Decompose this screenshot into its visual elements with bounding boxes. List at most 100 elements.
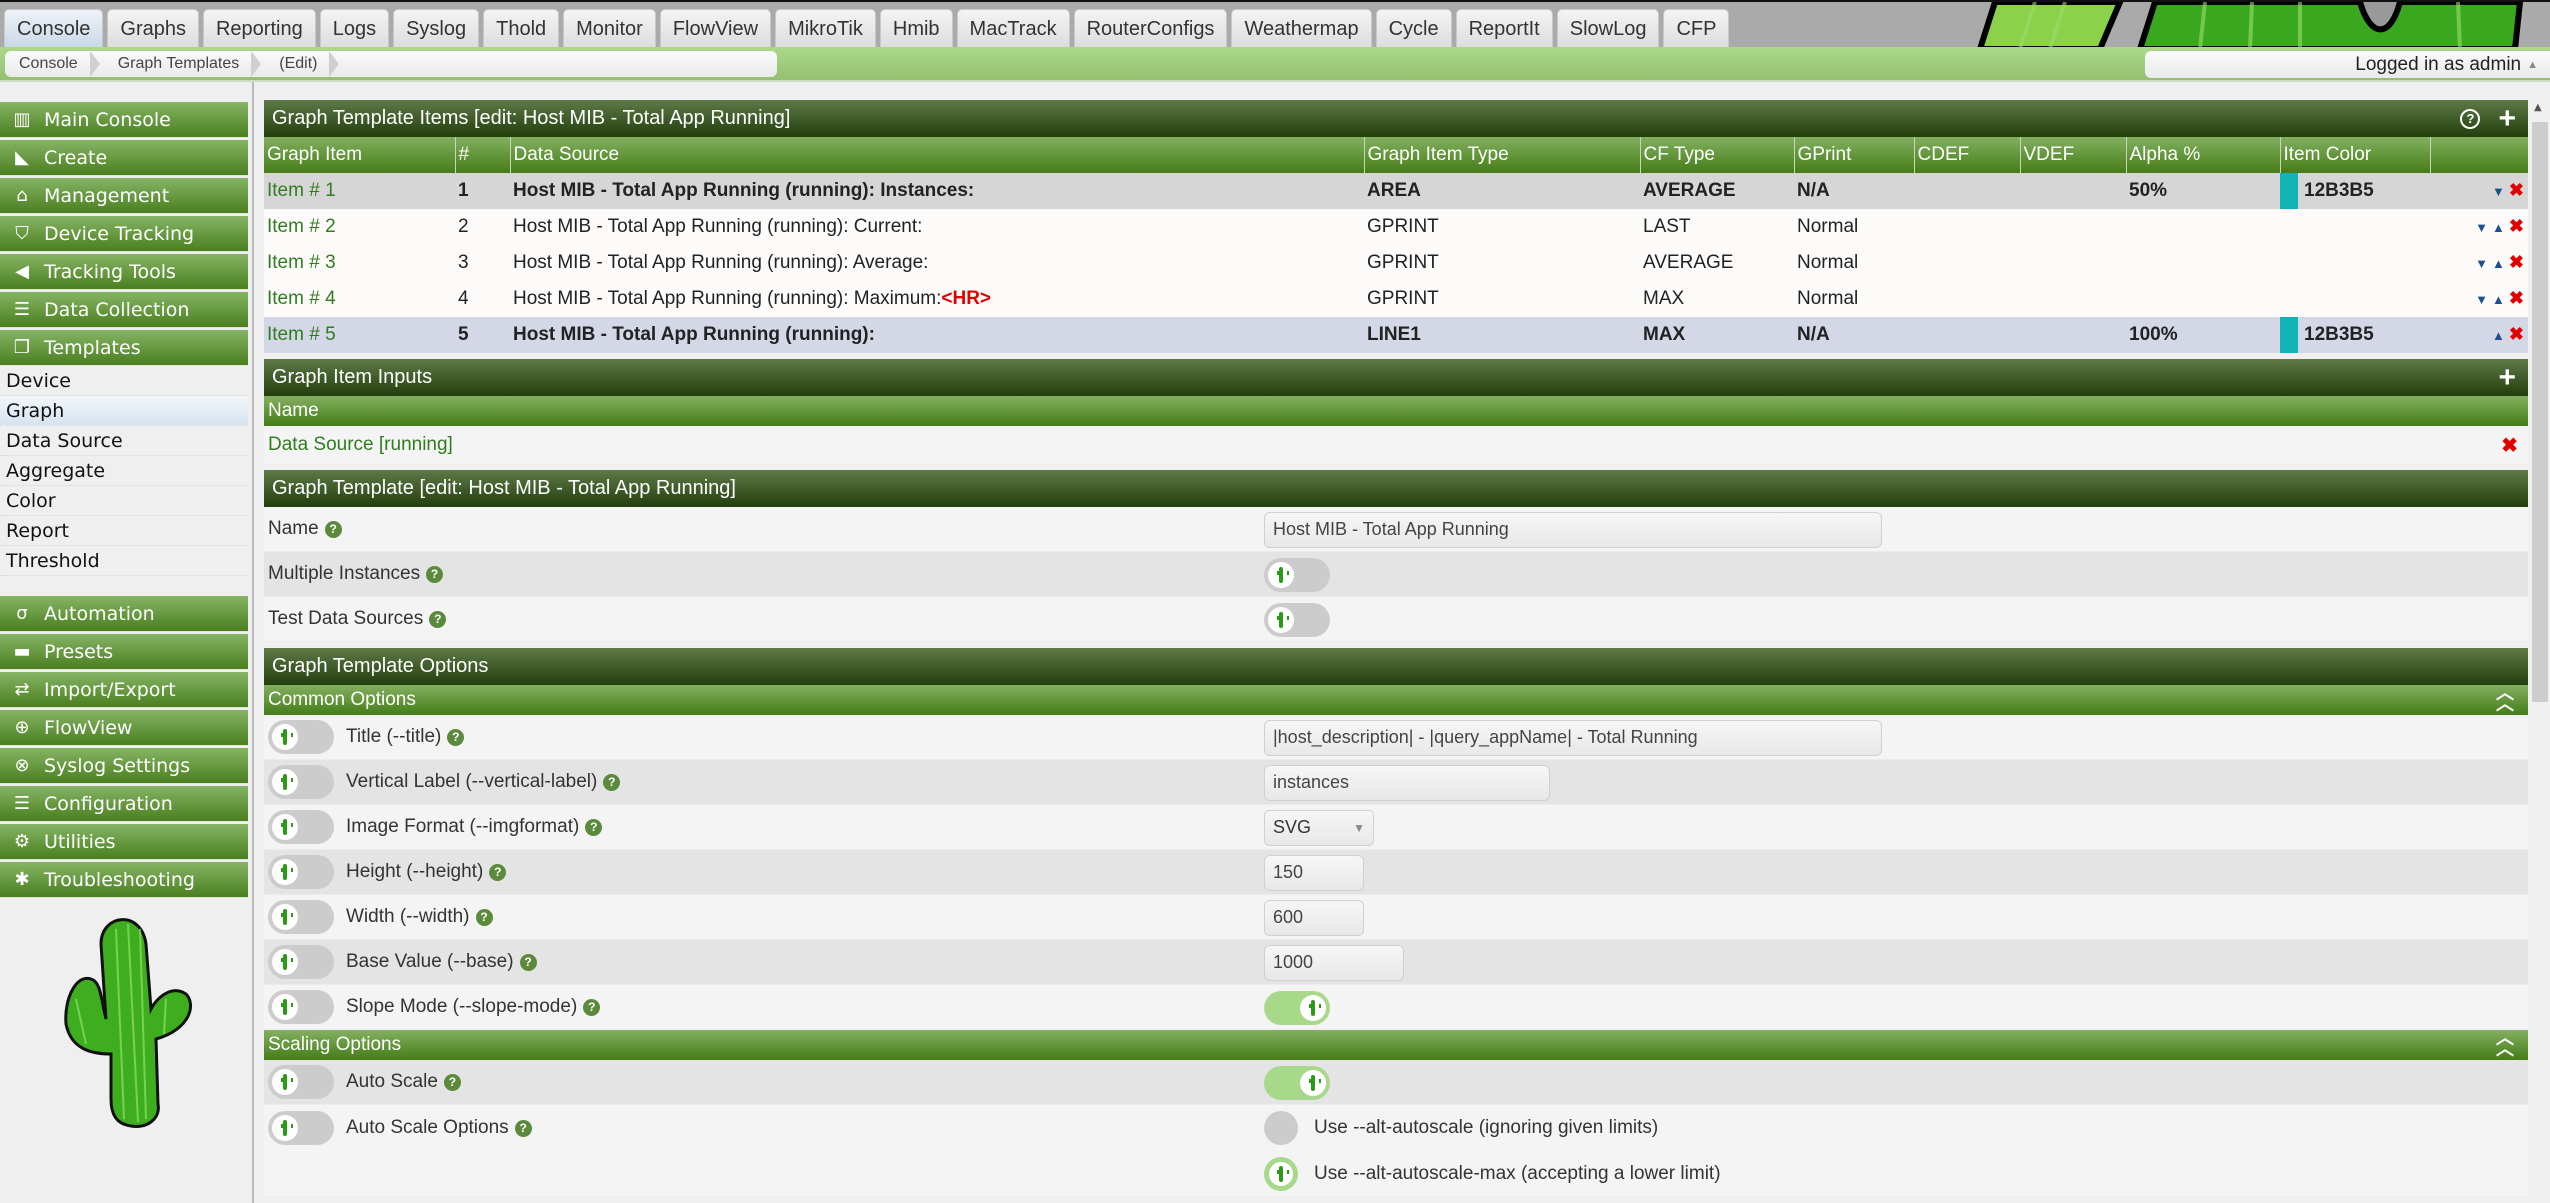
delete-icon[interactable]: ✖ (2501, 433, 2518, 458)
collapse-icon[interactable]: ︿ ︿ (2496, 1029, 2514, 1057)
help-icon[interactable]: ? (426, 565, 444, 583)
help-icon[interactable]: ? (429, 610, 447, 628)
test-data-sources-toggle[interactable] (1264, 602, 1330, 637)
add-item-icon[interactable]: + (2498, 103, 2516, 134)
tab-cfp[interactable]: CFP (1663, 9, 1730, 47)
override-toggle[interactable] (268, 855, 334, 889)
sidebar-menu-create[interactable]: ◣ Create (0, 140, 248, 176)
name-input[interactable]: Host MIB - Total App Running (1264, 511, 1882, 548)
tab-flowview[interactable]: FlowView (659, 9, 772, 47)
col-graph-item-type[interactable]: Graph Item Type (1363, 137, 1640, 173)
tab-graphs[interactable]: Graphs (107, 9, 199, 47)
col-cdef[interactable]: CDEF (1913, 137, 2020, 173)
delete-icon[interactable]: ✖ (2509, 180, 2524, 200)
sidebar-menu-utilities[interactable]: ⚙ Utilities (0, 824, 248, 860)
tab-hmib[interactable]: Hmib (879, 9, 953, 47)
override-toggle[interactable] (268, 900, 334, 934)
help-icon[interactable]: ? (603, 773, 621, 791)
move-up-icon[interactable]: ▲ (2492, 220, 2505, 235)
col-data-source[interactable]: Data Source (509, 137, 1364, 173)
delete-icon[interactable]: ✖ (2509, 288, 2524, 308)
tab-thold[interactable]: Thold (483, 9, 560, 47)
sidebar-menu-tracking-tools[interactable]: ◀ Tracking Tools (0, 254, 248, 290)
help-icon[interactable]: ? (447, 728, 465, 746)
override-toggle[interactable] (268, 810, 334, 844)
help-icon[interactable]: ? (324, 520, 342, 538)
autoscale-max-option[interactable]: Use --alt-autoscale-max (accepting a low… (1264, 1157, 1721, 1191)
user-menu[interactable]: Logged in as admin ▲ (2145, 51, 2550, 78)
autoscale-option[interactable]: Use --alt-autoscale (ignoring given limi… (1264, 1111, 1721, 1145)
sidebar-item-data-source[interactable]: Data Source (0, 426, 248, 456)
move-down-icon[interactable]: ▼ (2492, 184, 2505, 199)
autoscale-radio[interactable] (1264, 1111, 1298, 1145)
image-format-select[interactable]: SVG ▼ (1264, 809, 1374, 846)
input-link[interactable]: Data Source [running] (268, 434, 453, 456)
sidebar-item-device[interactable]: Device (0, 366, 248, 396)
override-toggle[interactable] (268, 720, 334, 754)
sidebar-item-color[interactable]: Color (0, 486, 248, 516)
help-icon[interactable]: ? (583, 998, 601, 1016)
move-up-icon[interactable]: ▲ (2492, 292, 2505, 307)
tab-reportit[interactable]: ReportIt (1455, 9, 1553, 47)
help-icon[interactable]: ? (585, 818, 603, 836)
scrollbar[interactable]: ▲ (2530, 82, 2550, 1203)
option-input[interactable]: 1000 (1264, 944, 1404, 981)
sidebar-item-threshold[interactable]: Threshold (0, 546, 248, 576)
collapse-icon[interactable]: ︿ ︿ (2496, 684, 2514, 712)
item-link[interactable]: Item # 3 (267, 252, 336, 273)
autoscale-max-radio[interactable] (1264, 1157, 1298, 1191)
sidebar-menu-templates[interactable]: ❐ Templates (0, 330, 248, 366)
help-icon[interactable]: ? (443, 1073, 461, 1091)
option-input[interactable]: 150 (1264, 854, 1364, 891)
delete-icon[interactable]: ✖ (2509, 252, 2524, 272)
sidebar-menu-configuration[interactable]: ☰ Configuration (0, 786, 248, 822)
delete-icon[interactable]: ✖ (2509, 216, 2524, 236)
help-icon[interactable]: ? (2460, 108, 2481, 129)
item-link[interactable]: Item # 5 (267, 324, 336, 345)
sidebar-menu-main-console[interactable]: ▥ Main Console (0, 102, 248, 138)
col-number[interactable]: # (454, 137, 510, 173)
sidebar-menu-import-export[interactable]: ⇄ Import/Export (0, 672, 248, 708)
override-toggle[interactable] (268, 945, 334, 979)
slope-mode-toggle[interactable] (1264, 990, 1330, 1025)
help-icon[interactable]: ? (519, 953, 537, 971)
tab-mikrotik[interactable]: MikroTik (775, 9, 876, 47)
help-icon[interactable]: ? (475, 908, 493, 926)
tab-weathermap[interactable]: Weathermap (1231, 9, 1372, 47)
sidebar-menu-data-collection[interactable]: ☰ Data Collection (0, 292, 248, 328)
tab-routerconfigs[interactable]: RouterConfigs (1073, 9, 1228, 47)
sidebar-menu-presets[interactable]: ▬ Presets (0, 634, 248, 670)
move-down-icon[interactable]: ▼ (2475, 220, 2488, 235)
override-toggle[interactable] (268, 990, 334, 1024)
tab-reporting[interactable]: Reporting (202, 9, 316, 47)
sidebar-menu-management[interactable]: ⌂ Management (0, 178, 248, 214)
override-toggle[interactable] (268, 1065, 334, 1099)
breadcrumb-graph-templates[interactable]: Graph Templates (100, 51, 262, 77)
col-cf-type[interactable]: CF Type (1639, 137, 1794, 173)
sidebar-item-report[interactable]: Report (0, 516, 248, 546)
item-link[interactable]: Item # 2 (267, 216, 336, 237)
tab-monitor[interactable]: Monitor (563, 9, 656, 47)
scrollbar-thumb[interactable] (2532, 122, 2548, 702)
delete-icon[interactable]: ✖ (2509, 324, 2524, 344)
tab-slowlog[interactable]: SlowLog (1556, 9, 1660, 47)
move-down-icon[interactable]: ▼ (2475, 256, 2488, 271)
multiple-instances-toggle[interactable] (1264, 557, 1330, 592)
sidebar-menu-troubleshooting[interactable]: ✱ Troubleshooting (0, 862, 248, 898)
option-input[interactable]: instances (1264, 764, 1550, 801)
sidebar-item-aggregate[interactable]: Aggregate (0, 456, 248, 486)
tab-mactrack[interactable]: MacTrack (956, 9, 1070, 47)
col-item-color[interactable]: Item Color (2279, 137, 2430, 173)
tab-syslog[interactable]: Syslog (393, 9, 480, 47)
col-alpha[interactable]: Alpha % (2125, 137, 2280, 173)
tab-cycle[interactable]: Cycle (1375, 9, 1452, 47)
breadcrumb-console[interactable]: Console (5, 51, 100, 77)
col-gprint[interactable]: GPrint (1793, 137, 1914, 173)
help-icon[interactable]: ? (514, 1119, 532, 1137)
auto-scale-toggle[interactable] (1264, 1065, 1330, 1100)
tab-console[interactable]: Console (4, 9, 104, 47)
option-input[interactable]: |host_description| - |query_appName| - T… (1264, 719, 1882, 756)
sidebar-menu-flowview[interactable]: ⊕ FlowView (0, 710, 248, 746)
col-graph-item[interactable]: Graph Item (264, 137, 455, 173)
item-link[interactable]: Item # 4 (267, 288, 336, 309)
